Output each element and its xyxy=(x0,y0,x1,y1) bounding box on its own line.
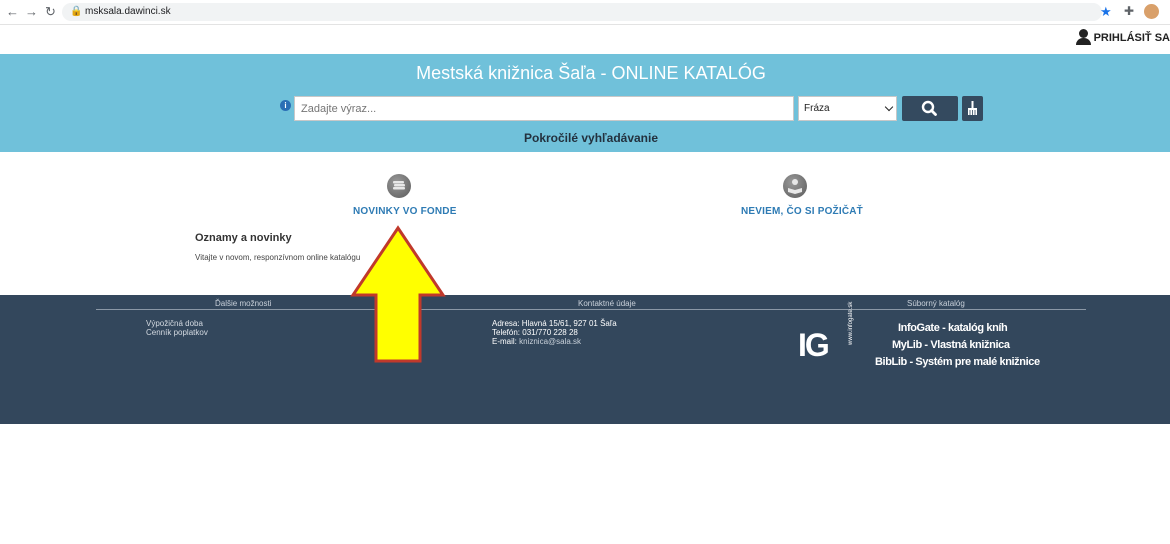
search-button[interactable] xyxy=(902,96,958,121)
url-text: msksala.dawinci.sk xyxy=(85,6,171,17)
reload-icon[interactable]: ↻ xyxy=(45,4,56,20)
annotation-arrow xyxy=(350,225,446,363)
chevron-down-icon xyxy=(884,102,894,112)
profile-avatar[interactable] xyxy=(1144,4,1159,19)
footer-link-fees[interactable]: Cenník poplatkov xyxy=(146,328,208,337)
browser-toolbar: ← → ↻ 🔒 msksala.dawinci.sk ★ ✚ xyxy=(0,0,1170,25)
product-infogate[interactable]: InfoGate - katalóg kníh xyxy=(898,322,1008,334)
search-icon xyxy=(921,100,937,116)
infogate-logo[interactable]: IG xyxy=(798,327,830,364)
product-mylib[interactable]: MyLib - Vlastná knižnica xyxy=(892,339,1010,351)
extensions-icon[interactable]: ✚ xyxy=(1124,4,1134,18)
reader-icon[interactable] xyxy=(783,174,807,198)
search-input[interactable] xyxy=(294,96,794,121)
footer-heading-catalog: Súborný katalóg xyxy=(907,299,965,308)
footer-heading-contact: Kontaktné údaje xyxy=(578,299,636,308)
footer-divider xyxy=(96,309,1086,310)
news-heading: Oznamy a novinky xyxy=(195,232,292,244)
broom-icon xyxy=(968,101,977,115)
books-icon[interactable] xyxy=(387,174,411,198)
clear-search-button[interactable] xyxy=(962,96,983,121)
page-title: Mestská knižnica Šaľa - ONLINE KATALÓG xyxy=(416,63,766,83)
product-biblib[interactable]: BibLib - Systém pre malé knižnice xyxy=(875,356,1040,368)
search-banner: Mestská knižnica Šaľa - ONLINE KATALÓG i… xyxy=(0,54,1170,152)
back-arrow-icon[interactable]: ← xyxy=(6,4,19,19)
info-icon[interactable]: i xyxy=(280,100,291,111)
footer-email-link[interactable]: kniznica@sala.sk xyxy=(519,337,581,346)
news-text: Vitajte v novom, responzívnom online kat… xyxy=(195,253,361,262)
footer-email-row: E-mail: kniznica@sala.sk xyxy=(492,337,581,346)
infogate-logo-url: www.infogate.sk xyxy=(848,301,854,345)
address-bar[interactable]: 🔒 msksala.dawinci.sk xyxy=(62,3,1102,21)
login-label: PRIHLÁSIŤ SA xyxy=(1093,32,1170,44)
footer-link-loan-period[interactable]: Výpožičná doba xyxy=(146,319,203,328)
footer-phone: Telefón: 031/770 228 28 xyxy=(492,328,578,337)
forward-arrow-icon[interactable]: → xyxy=(25,4,38,19)
footer-heading-options: Ďalšie možnosti xyxy=(215,299,272,308)
footer: Ďalšie možnosti Kontaktné údaje Súborný … xyxy=(0,295,1170,424)
bookmark-star-icon[interactable]: ★ xyxy=(1100,4,1112,20)
search-mode-value: Fráza xyxy=(804,103,830,114)
search-mode-select[interactable]: Fráza xyxy=(798,96,897,121)
login-link[interactable]: PRIHLÁSIŤ SA xyxy=(1075,29,1170,45)
advanced-search-link[interactable]: Pokročilé vyhľadávanie xyxy=(0,131,1170,145)
new-arrivals-link[interactable]: NOVINKY VO FONDE xyxy=(353,206,457,217)
user-icon xyxy=(1075,29,1091,45)
footer-address: Adresa: Hlavná 15/61, 927 01 Šaľa xyxy=(492,319,617,328)
lock-icon: 🔒 xyxy=(70,6,83,17)
footer-email-label: E-mail: xyxy=(492,337,517,346)
recommendations-link[interactable]: NEVIEM, ČO SI POŽIČAŤ xyxy=(741,206,863,217)
